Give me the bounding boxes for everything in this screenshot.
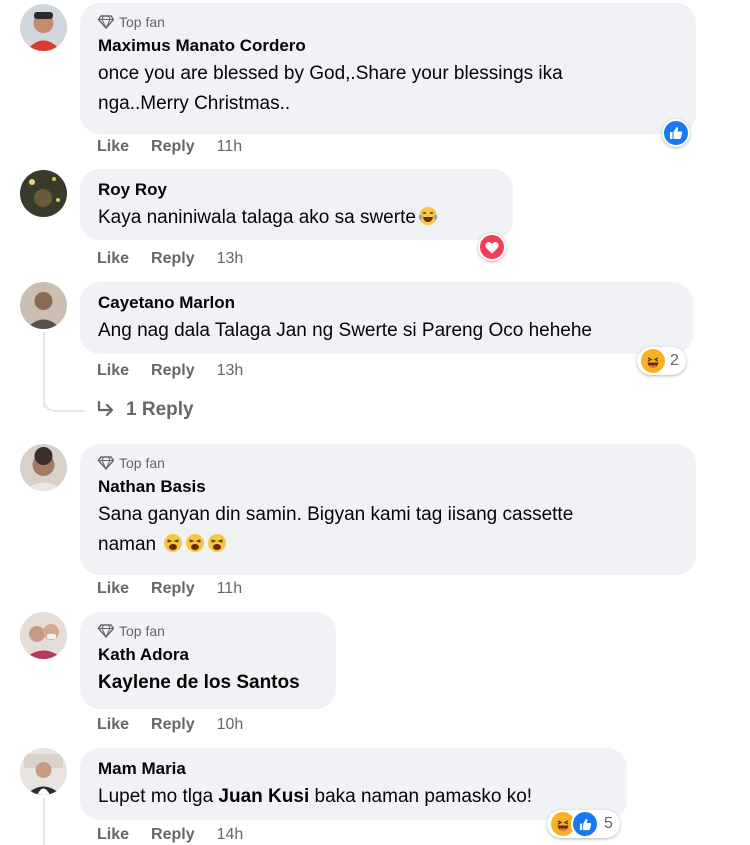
timestamp[interactable]: 14h bbox=[217, 826, 244, 844]
comment-text: baka naman pamasko ko! bbox=[309, 786, 533, 807]
timestamp[interactable]: 13h bbox=[217, 362, 244, 380]
diamond-icon bbox=[98, 624, 114, 638]
avatar[interactable] bbox=[20, 748, 67, 795]
reaction-summary[interactable]: 2 bbox=[637, 347, 686, 375]
reply-arrow-icon bbox=[97, 401, 114, 417]
reaction-summary[interactable] bbox=[478, 233, 506, 261]
comment-bubble: Top fan Kath Adora Kaylene de los Santos bbox=[80, 612, 336, 709]
avatar[interactable] bbox=[20, 282, 67, 329]
comment-author[interactable]: Kath Adora bbox=[98, 644, 320, 666]
reply-button[interactable]: Reply bbox=[151, 826, 195, 844]
top-fan-badge: Top fan bbox=[98, 13, 680, 31]
comment-author[interactable]: Cayetano Marlon bbox=[98, 292, 677, 314]
like-icon bbox=[571, 810, 599, 838]
diamond-icon bbox=[98, 15, 114, 29]
timestamp[interactable]: 11h bbox=[217, 580, 243, 598]
like-button[interactable]: Like bbox=[97, 716, 129, 734]
top-fan-badge: Top fan bbox=[98, 454, 680, 472]
reply-button[interactable]: Reply bbox=[151, 362, 195, 380]
timestamp[interactable]: 10h bbox=[217, 716, 244, 734]
haha-icon bbox=[641, 349, 665, 373]
comment-actions: Like Reply 13h bbox=[97, 250, 243, 268]
love-icon bbox=[480, 235, 504, 259]
comment-author[interactable]: Mam Maria bbox=[98, 758, 611, 780]
like-button[interactable]: Like bbox=[97, 826, 129, 844]
replies-count-label[interactable]: 1 Reply bbox=[126, 399, 194, 421]
comment-actions: Like Reply 11h bbox=[97, 580, 242, 598]
comment-bubble: Cayetano Marlon Ang nag dala Talaga Jan … bbox=[80, 282, 693, 354]
like-button[interactable]: Like bbox=[97, 250, 129, 268]
reply-thread-connector bbox=[43, 396, 85, 412]
timestamp[interactable]: 13h bbox=[217, 250, 244, 268]
view-replies-link[interactable]: 1 Reply bbox=[96, 399, 194, 421]
comment-actions: Like Reply 10h bbox=[97, 716, 243, 734]
reaction-count: 5 bbox=[604, 815, 613, 832]
comment-actions: Like Reply 11h bbox=[97, 138, 242, 156]
avatar[interactable] bbox=[20, 444, 67, 491]
comment-author[interactable]: Nathan Basis bbox=[98, 476, 680, 498]
timestamp[interactable]: 11h bbox=[217, 138, 243, 156]
reaction-summary[interactable] bbox=[662, 119, 690, 147]
reply-button[interactable]: Reply bbox=[151, 138, 195, 156]
comment-text: once you are blessed by God,.Share your … bbox=[98, 63, 563, 114]
comment-actions: Like Reply 13h bbox=[97, 362, 243, 380]
comment-bubble: Roy Roy Kaya naniniwala talaga ako sa sw… bbox=[80, 169, 513, 240]
like-button[interactable]: Like bbox=[97, 362, 129, 380]
reaction-summary[interactable]: 5 bbox=[547, 810, 620, 838]
weary-face-emoji bbox=[207, 533, 227, 563]
weary-face-emoji bbox=[163, 533, 183, 563]
comment-text-line: naman bbox=[98, 534, 157, 555]
reply-button[interactable]: Reply bbox=[151, 250, 195, 268]
avatar[interactable] bbox=[20, 170, 67, 217]
mention-tag[interactable]: Juan Kusi bbox=[218, 786, 309, 807]
avatar[interactable] bbox=[20, 4, 67, 51]
comment-author[interactable]: Maximus Manato Cordero bbox=[98, 35, 680, 57]
comment-text-row: naman bbox=[98, 530, 680, 563]
reply-thread-line bbox=[43, 798, 45, 845]
top-fan-label: Top fan bbox=[119, 14, 165, 30]
reply-button[interactable]: Reply bbox=[151, 716, 195, 734]
comment-text-row: Lupet mo tlga Juan Kusi baka naman pamas… bbox=[98, 782, 611, 812]
comment-bubble: Top fan Maximus Manato Cordero once you … bbox=[80, 3, 696, 134]
top-fan-badge: Top fan bbox=[98, 622, 320, 640]
reply-button[interactable]: Reply bbox=[151, 580, 195, 598]
diamond-icon bbox=[98, 456, 114, 470]
comment-bubble: Mam Maria Lupet mo tlga Juan Kusi baka n… bbox=[80, 748, 627, 820]
mention-tag[interactable]: Kaylene de los Santos bbox=[98, 668, 320, 698]
top-fan-label: Top fan bbox=[119, 623, 165, 639]
comment-text-line: Sana ganyan din samin. Bigyan kami tag i… bbox=[98, 504, 574, 525]
like-button[interactable]: Like bbox=[97, 138, 129, 156]
comment-text: Lupet mo tlga bbox=[98, 786, 219, 807]
like-icon bbox=[664, 121, 688, 145]
top-fan-label: Top fan bbox=[119, 455, 165, 471]
comment-text: Kaya naniniwala talaga ako sa swerte bbox=[98, 207, 416, 228]
comment-author[interactable]: Roy Roy bbox=[98, 179, 497, 201]
comment-text: Ang nag dala Talaga Jan ng Swerte si Par… bbox=[98, 320, 592, 341]
comment-bubble: Top fan Nathan Basis Sana ganyan din sam… bbox=[80, 444, 696, 575]
reaction-count: 2 bbox=[670, 352, 679, 369]
comment-text-row: Kaya naniniwala talaga ako sa swerte bbox=[98, 203, 497, 236]
avatar[interactable] bbox=[20, 612, 67, 659]
weary-face-emoji bbox=[185, 533, 205, 563]
like-button[interactable]: Like bbox=[97, 580, 129, 598]
comment-actions: Like Reply 14h bbox=[97, 826, 243, 844]
tears-of-joy-emoji bbox=[418, 206, 438, 236]
